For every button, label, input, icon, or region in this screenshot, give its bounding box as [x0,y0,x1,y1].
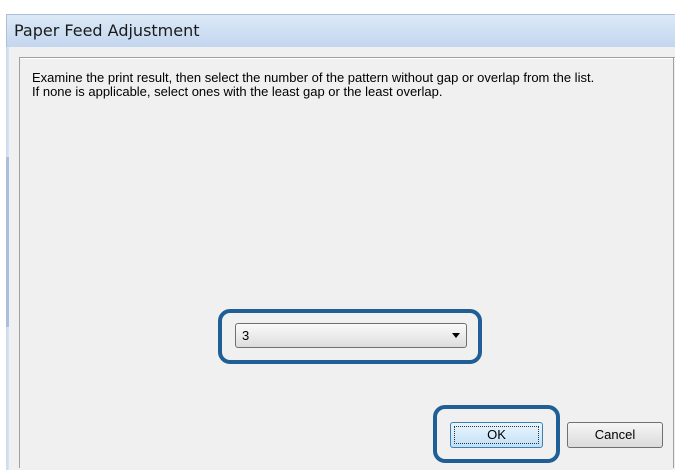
dialog-page: Paper Feed Adjustment Examine the print … [0,0,675,470]
cancel-button[interactable]: Cancel [567,422,663,448]
instructions-text: Examine the print result, then select th… [32,71,672,99]
instructions-line-2: If none is applicable, select ones with … [32,84,443,99]
pattern-select-value: 3 [242,328,250,343]
cancel-button-label: Cancel [594,427,636,442]
window-title: Paper Feed Adjustment [14,21,200,40]
content-frame [19,58,674,468]
instructions-line-1: Examine the print result, then select th… [32,70,595,85]
chevron-down-icon[interactable] [452,333,460,338]
dialog-client-area: Examine the print result, then select th… [9,47,675,470]
ok-button-label: OK [487,427,506,442]
title-bar[interactable]: Paper Feed Adjustment [6,14,675,47]
ok-button[interactable]: OK [450,422,543,448]
pattern-number-select[interactable]: 3 [235,323,467,348]
